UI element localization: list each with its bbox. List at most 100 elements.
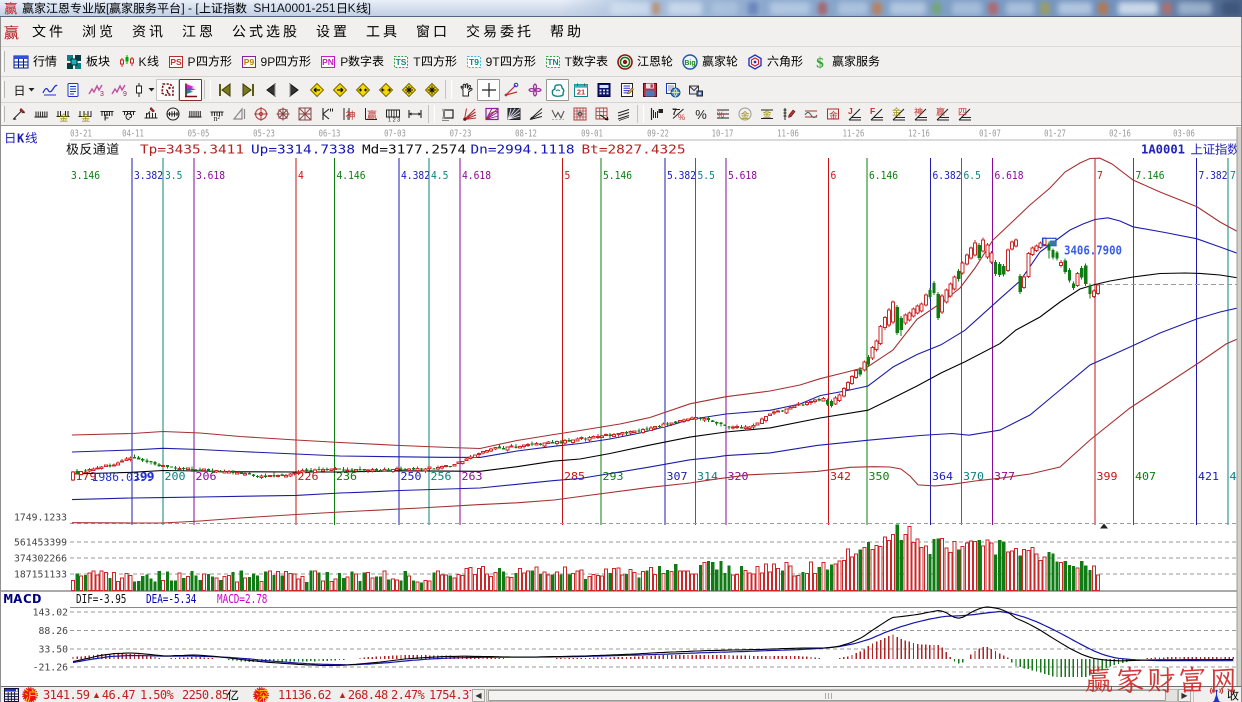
toolbar-button-box-tn[interactable]: TNT xyxy=(540,52,612,72)
notes-button[interactable] xyxy=(615,79,638,101)
fib-ruler-tool[interactable]: F xyxy=(96,104,118,124)
toolbar-grip[interactable] xyxy=(2,81,5,99)
gold-box-tool[interactable] xyxy=(822,104,844,124)
boxed-wheel-tool[interactable] xyxy=(294,104,316,124)
gold-cycle2-tool[interactable] xyxy=(74,104,96,124)
scrollbar-thumb[interactable] xyxy=(488,690,1166,701)
ying-angle-tool[interactable] xyxy=(932,104,954,124)
menu-item-2[interactable] xyxy=(74,23,124,41)
info-panel-tool[interactable] xyxy=(61,79,84,101)
save-button[interactable] xyxy=(638,79,661,101)
wave-lines-tool[interactable] xyxy=(800,104,822,124)
zigzag-tool[interactable] xyxy=(547,104,569,124)
expand-all-button[interactable] xyxy=(397,79,420,101)
fit-view-button[interactable] xyxy=(420,79,443,101)
zoom-out-button[interactable] xyxy=(374,79,397,101)
toolbar-button-box-pn[interactable]: PNP xyxy=(316,52,389,72)
web-report-button[interactable] xyxy=(661,79,684,101)
scroll-left-button[interactable]: ◀ xyxy=(472,689,485,702)
percent-7-tool[interactable]: 7% xyxy=(668,104,690,124)
menu-item-6[interactable] xyxy=(308,23,358,41)
percent-tool[interactable]: % xyxy=(690,104,712,124)
bar-count-tool[interactable] xyxy=(184,104,206,124)
title-bar[interactable]: [] - [ SH1A0001-251K] xyxy=(0,0,1242,17)
calculator-button[interactable] xyxy=(592,79,615,101)
wave-3-tool[interactable]: 3 xyxy=(84,79,107,101)
antenna-icon[interactable] xyxy=(1208,687,1225,702)
spiral-tool[interactable] xyxy=(118,104,140,124)
toolbar-button-quote-grid[interactable] xyxy=(8,52,61,72)
quote-table-icon[interactable] xyxy=(4,687,19,702)
measure-pencil-tool[interactable] xyxy=(140,104,162,124)
grid-arrow-tool[interactable] xyxy=(591,104,613,124)
angle-measure-tool[interactable] xyxy=(500,79,523,101)
numbered-ruler-tool[interactable]: 1 2 3 xyxy=(382,104,404,124)
width-measure-tool[interactable] xyxy=(404,104,426,124)
next-button[interactable] xyxy=(282,79,305,101)
toolbar-button-winner-wheel[interactable]: Big xyxy=(677,52,742,72)
menu-item-4[interactable] xyxy=(174,23,224,41)
bar-pencil-tool[interactable] xyxy=(778,104,800,124)
four-angle-tool[interactable] xyxy=(954,104,976,124)
toolbar-button-dollar[interactable]: $ xyxy=(807,52,884,72)
zoom-right-button[interactable] xyxy=(328,79,351,101)
star-wheel-tool[interactable] xyxy=(272,104,294,124)
fan-box-tool[interactable] xyxy=(481,104,503,124)
scroll-right-button[interactable]: ▶ xyxy=(1178,689,1191,702)
previous-button[interactable] xyxy=(259,79,282,101)
chart-scrollbar[interactable] xyxy=(486,689,1178,702)
menu-item-3[interactable] xyxy=(124,23,174,41)
angle-marks-tool[interactable] xyxy=(316,104,338,124)
period-selector[interactable] xyxy=(8,79,38,101)
parallel-lines-tool[interactable] xyxy=(613,104,635,124)
first-page-button[interactable] xyxy=(213,79,236,101)
bars-flag-tool[interactable] xyxy=(646,104,668,124)
gold-angle-tool[interactable] xyxy=(888,104,910,124)
gold-lines-tool[interactable] xyxy=(756,104,778,124)
menu-item-9[interactable] xyxy=(458,23,542,41)
f-angle-tool[interactable]: F xyxy=(866,104,888,124)
pattern-tool[interactable] xyxy=(156,79,179,101)
menu-item-8[interactable] xyxy=(408,23,458,41)
gann-fan-tool[interactable] xyxy=(459,104,481,124)
selection-box-tool[interactable] xyxy=(437,104,459,124)
pan-tool[interactable] xyxy=(454,79,477,101)
trend-angle-tool[interactable] xyxy=(525,104,547,124)
toolbar-button-box-t9[interactable]: T99T xyxy=(461,52,540,72)
flag-marker-tool[interactable] xyxy=(179,79,202,101)
candle-style-selector[interactable] xyxy=(130,79,156,101)
price-grid-tool[interactable] xyxy=(569,104,591,124)
ying-ruler-tool[interactable] xyxy=(360,104,382,124)
gann-wheel-small-tool[interactable] xyxy=(250,104,272,124)
menu-item-10[interactable] xyxy=(542,23,592,41)
percent-lines-tool[interactable]: % xyxy=(712,104,734,124)
gann-pattern-tool[interactable] xyxy=(546,79,569,101)
gold-cycle-tool[interactable] xyxy=(52,104,74,124)
time-ruler-tool[interactable] xyxy=(30,104,52,124)
j-angle-tool[interactable]: J xyxy=(844,104,866,124)
toolbar-button-box-ps[interactable]: PSP xyxy=(163,52,236,72)
trend-line-tool[interactable] xyxy=(38,79,61,101)
mail-button[interactable] xyxy=(684,79,707,101)
candlestick-series[interactable] xyxy=(72,238,1100,481)
toolbar-grip[interactable] xyxy=(2,106,5,121)
draw-line-tool[interactable] xyxy=(8,104,30,124)
shen-ruler-tool[interactable] xyxy=(338,104,360,124)
toolbar-button-hexagon[interactable] xyxy=(742,52,807,72)
crosshair-tool[interactable] xyxy=(477,79,500,101)
triangle-ruler-tool[interactable] xyxy=(228,104,250,124)
menu-item-7[interactable] xyxy=(358,23,408,41)
menu-item-1[interactable] xyxy=(24,23,74,41)
gold-circle-tool[interactable] xyxy=(734,104,756,124)
stock-chart[interactable]: 03-2104-1105-0505-2306-1307-0307-2308-12… xyxy=(0,127,1242,686)
toolbar-button-gann-wheel[interactable] xyxy=(612,52,677,72)
toolbar-button-box-ts[interactable]: TST xyxy=(389,52,461,72)
toolbar-button-blocks[interactable] xyxy=(61,52,114,72)
toolbar-grip[interactable] xyxy=(2,51,5,71)
menu-item-5[interactable] xyxy=(224,23,308,41)
zoom-left-button[interactable] xyxy=(305,79,328,101)
calendar-button[interactable]: 21 xyxy=(569,79,592,101)
zoom-in-button[interactable] xyxy=(351,79,374,101)
toolbar-button-kline[interactable]: K xyxy=(114,52,163,72)
cycle-circle-tool[interactable] xyxy=(162,104,184,124)
